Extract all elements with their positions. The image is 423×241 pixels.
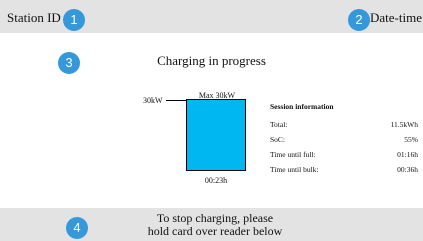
session-label: Total: xyxy=(270,120,288,129)
battery-gauge xyxy=(186,99,246,171)
session-value: 00:36h xyxy=(397,165,418,174)
session-value: 55% xyxy=(404,135,418,144)
footer-bar: To stop charging, please hold card over … xyxy=(0,208,423,241)
session-row-total: Total: 11.5kWh xyxy=(270,120,418,135)
station-id: Station ID xyxy=(7,10,61,25)
battery-fill xyxy=(187,100,245,170)
power-indicator-line xyxy=(166,100,186,101)
date-time: Date-time xyxy=(370,10,422,25)
session-value: 11.5kWh xyxy=(390,120,418,129)
session-info-panel: Session information Total: 11.5kWh SoC: … xyxy=(270,102,418,180)
session-label: Time until bulk: xyxy=(270,165,319,174)
current-power-label: 30kW xyxy=(143,96,163,105)
page-title: Charging in progress xyxy=(157,53,266,68)
annotation-marker-2: 2 xyxy=(348,9,370,31)
annotation-marker-1: 1 xyxy=(63,9,85,31)
session-label: SoC: xyxy=(270,135,286,144)
stop-instruction-line-2: hold card over reader below xyxy=(147,224,283,238)
annotation-marker-4: 4 xyxy=(66,217,88,239)
session-row-time-bulk: Time until bulk: 00:36h xyxy=(270,165,418,180)
elapsed-time-label: 00:23h xyxy=(204,176,228,185)
session-value: 01:16h xyxy=(397,150,418,159)
session-row-soc: SoC: 55% xyxy=(270,135,418,150)
session-info-title: Session information xyxy=(270,102,334,111)
session-row-time-full: Time until full: 01:16h xyxy=(270,150,418,165)
session-label: Time until full: xyxy=(270,150,316,159)
stop-instruction: To stop charging, please hold card over … xyxy=(140,212,290,238)
